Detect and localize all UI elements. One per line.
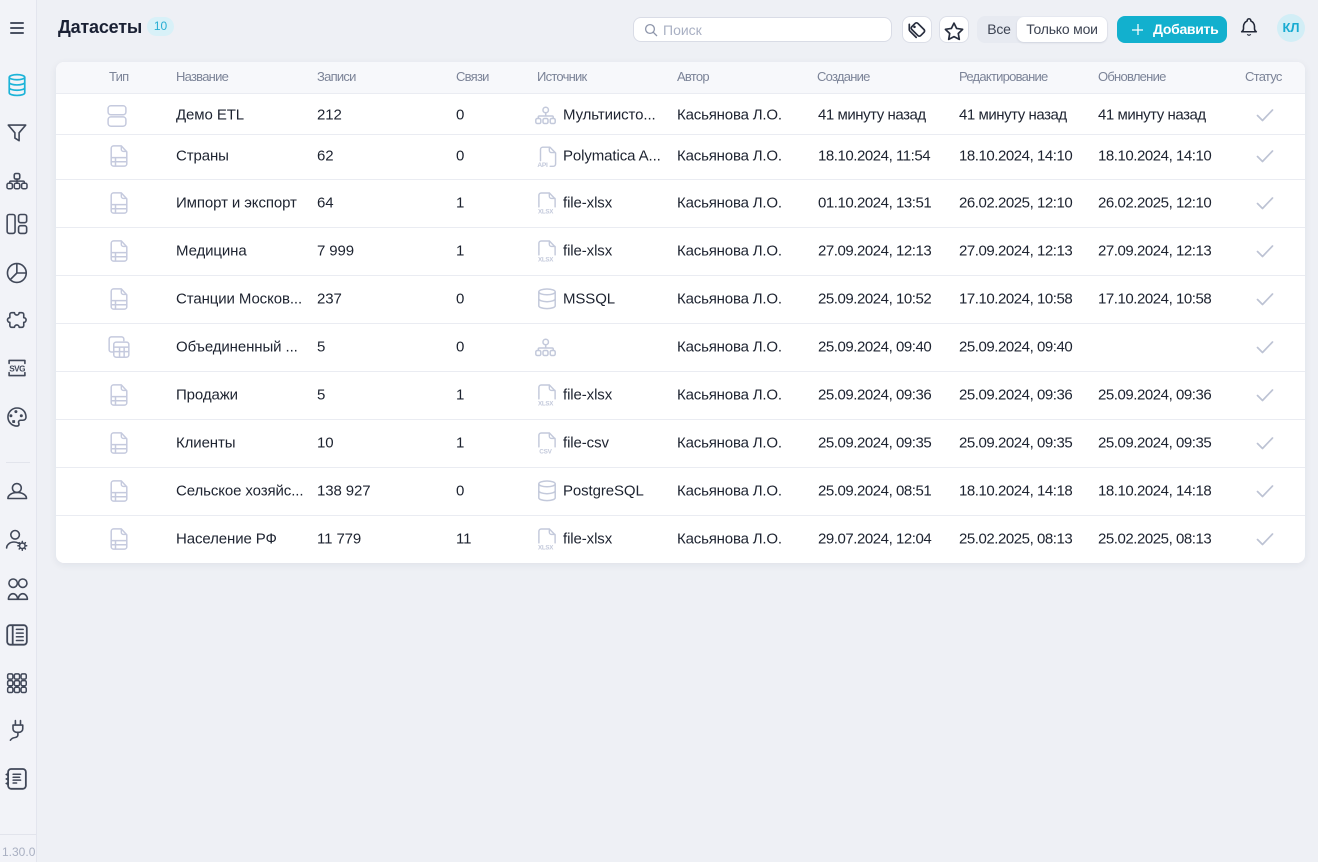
svg-text:XLSX: XLSX [538, 209, 554, 216]
svg-text:XLSX: XLSX [538, 401, 554, 408]
svg-text:XLSX: XLSX [538, 257, 554, 264]
svg-text:API: API [537, 162, 548, 169]
svg-text:CSV: CSV [539, 449, 552, 456]
svg-text:SVG: SVG [10, 364, 26, 373]
svg-text:XLSX: XLSX [538, 545, 554, 552]
